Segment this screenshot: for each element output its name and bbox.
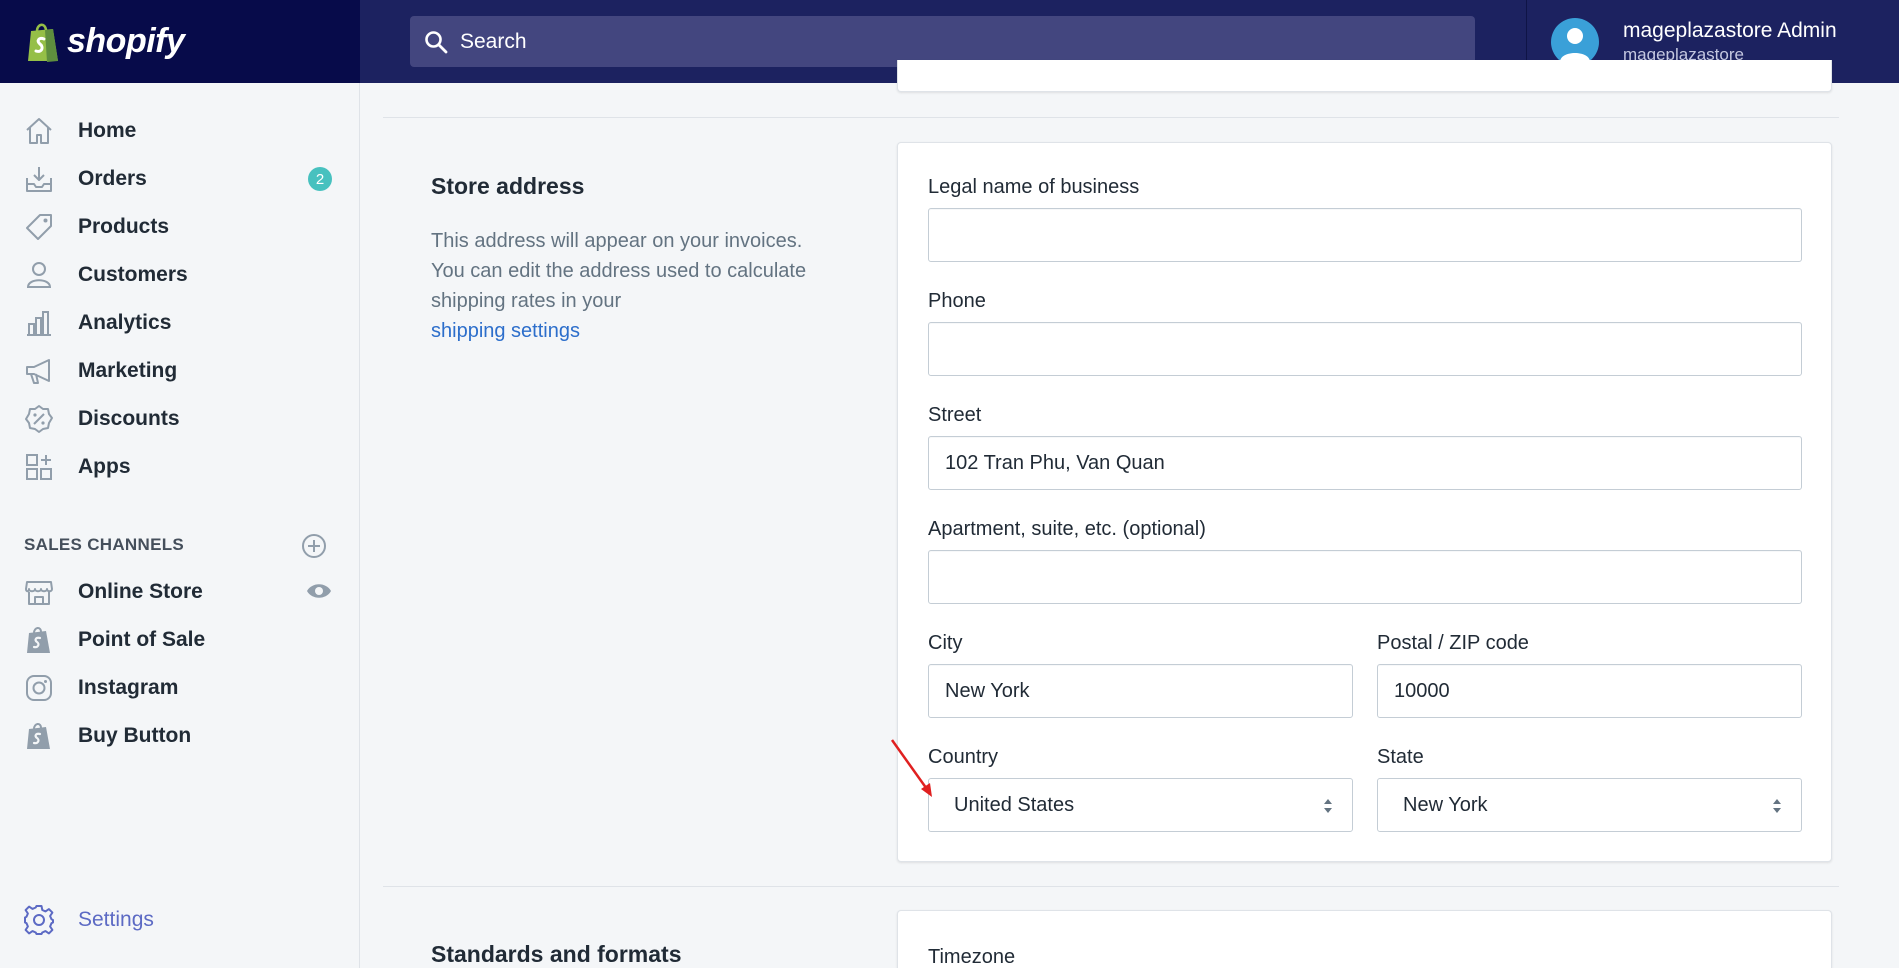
street-label: Street [928, 404, 982, 426]
user-name: mageplazastore Admin [1623, 18, 1837, 42]
sidebar-item-label: Marketing [78, 359, 178, 382]
orders-icon [22, 162, 56, 196]
shopify-logo[interactable]: shopify [0, 0, 360, 83]
sidebar-item-label: Online Store [78, 580, 203, 603]
sidebar-item-label: Point of Sale [78, 628, 206, 651]
annotation-arrow-icon [890, 739, 932, 797]
postal-code-label: Postal / ZIP code [1377, 632, 1529, 654]
orders-count-badge: 2 [308, 167, 332, 191]
gear-icon [22, 903, 56, 937]
previous-section-card [897, 60, 1832, 92]
apartment-label: Apartment, suite, etc. (optional) [928, 518, 1206, 540]
person-icon [22, 258, 56, 292]
standards-formats-card [897, 910, 1832, 968]
store-address-description-text: This address will appear on your invoice… [431, 230, 807, 312]
sales-channels-heading: SALES CHANNELS [24, 535, 185, 554]
sidebar-item-orders[interactable]: Orders 2 [22, 162, 332, 196]
postal-code-input[interactable] [1377, 664, 1802, 718]
sidebar-item-label: Buy Button [78, 724, 192, 747]
store-address-heading: Store address [431, 173, 585, 199]
shipping-settings-link[interactable]: shipping settings [431, 316, 811, 346]
standards-formats-heading: Standards and formats [431, 941, 682, 967]
sidebar-item-instagram[interactable]: Instagram [22, 671, 332, 705]
sidebar-item-marketing[interactable]: Marketing [22, 354, 332, 388]
state-label: State [1377, 746, 1424, 768]
sidebar-item-label: Apps [78, 455, 131, 478]
eye-icon[interactable] [306, 581, 332, 606]
plus-circle-icon [302, 534, 326, 558]
search-placeholder: Search [460, 29, 527, 53]
apps-icon [22, 450, 56, 484]
sidebar-item-label: Products [78, 215, 170, 238]
sidebar-item-analytics[interactable]: Analytics [22, 306, 332, 340]
legal-name-label: Legal name of business [928, 176, 1140, 198]
sidebar-item-online-store[interactable]: Online Store [22, 575, 332, 609]
select-arrows-icon [1324, 799, 1332, 813]
brand-wordmark: shopify [67, 22, 185, 60]
street-input[interactable] [928, 436, 1802, 490]
sidebar-item-label: Discounts [78, 407, 180, 430]
store-address-description: This address will appear on your invoice… [431, 226, 811, 346]
country-select[interactable]: United States [928, 778, 1353, 832]
discount-icon [22, 402, 56, 436]
phone-label: Phone [928, 290, 986, 312]
sidebar-item-label: Analytics [78, 311, 172, 334]
state-select-value: New York [1403, 793, 1488, 816]
sidebar-item-label: Home [78, 119, 137, 142]
sidebar-item-label: Settings [78, 908, 154, 931]
instagram-icon [22, 671, 56, 705]
add-sales-channel-button[interactable] [301, 533, 327, 564]
sidebar-item-buy-button[interactable]: Buy Button [22, 719, 332, 753]
sidebar-item-discounts[interactable]: Discounts [22, 402, 332, 436]
city-input[interactable] [928, 664, 1353, 718]
section-divider [383, 886, 1839, 887]
legal-name-input[interactable] [928, 208, 1802, 262]
phone-input[interactable] [928, 322, 1802, 376]
sidebar-item-point-of-sale[interactable]: Point of Sale [22, 623, 332, 657]
state-select[interactable]: New York [1377, 778, 1802, 832]
city-label: City [928, 632, 963, 654]
person-avatar-icon [1560, 27, 1590, 62]
section-divider [383, 117, 1839, 118]
sidebar-item-products[interactable]: Products [22, 210, 332, 244]
sidebar: Home Orders 2 Products Customers Analyti… [0, 83, 360, 968]
select-arrows-icon [1773, 799, 1781, 813]
timezone-label: Timezone [928, 946, 1016, 968]
shopify-bag-icon [22, 719, 56, 753]
country-select-value: United States [954, 793, 1075, 816]
sidebar-item-home[interactable]: Home [22, 114, 332, 148]
sidebar-item-customers[interactable]: Customers [22, 258, 332, 292]
avatar [1551, 17, 1599, 66]
home-icon [22, 114, 56, 148]
bar-chart-icon [22, 306, 56, 340]
sidebar-item-settings[interactable]: Settings [22, 903, 332, 937]
sidebar-item-label: Instagram [78, 676, 179, 699]
tag-icon [22, 210, 56, 244]
sidebar-item-label: Orders [78, 167, 147, 190]
apartment-input[interactable] [928, 550, 1802, 604]
search-icon [425, 30, 448, 53]
sidebar-item-label: Customers [78, 263, 188, 286]
sidebar-item-apps[interactable]: Apps [22, 450, 332, 484]
megaphone-icon [22, 354, 56, 388]
store-icon [22, 575, 56, 609]
shopify-bag-icon [22, 623, 56, 657]
shopify-bag-icon [28, 23, 58, 62]
